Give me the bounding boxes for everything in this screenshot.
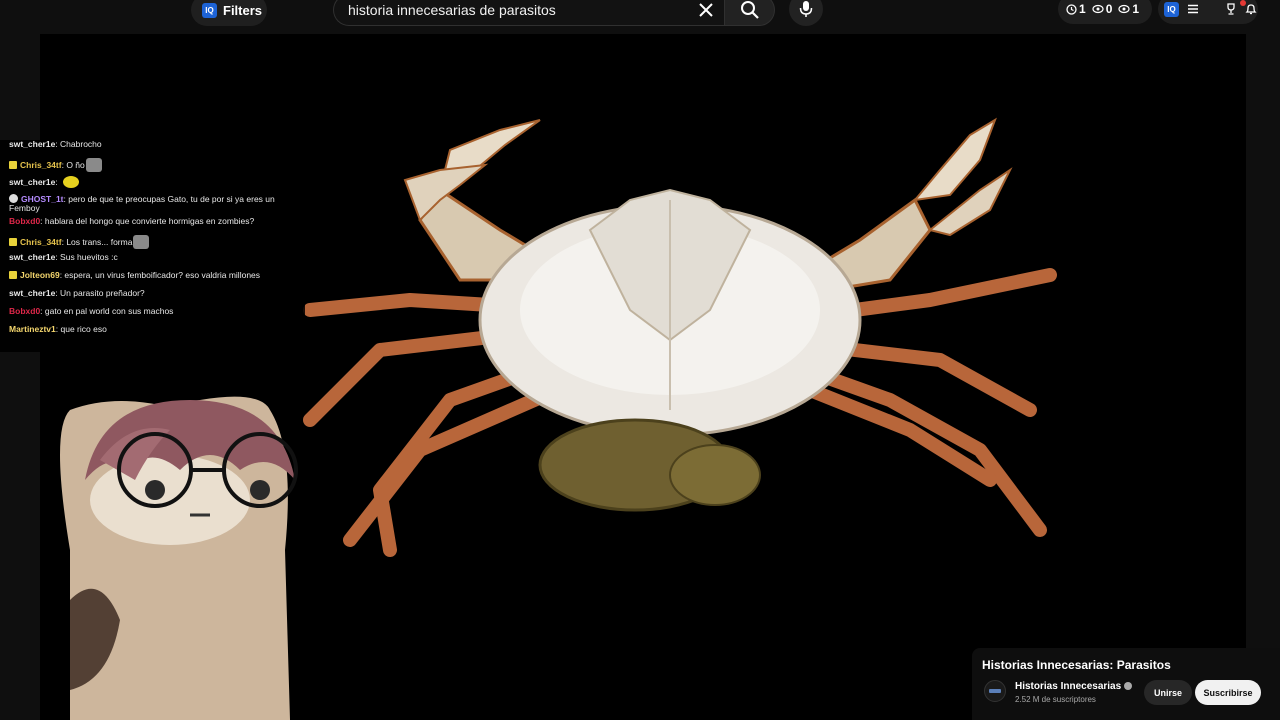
- watched-stat: 1: [1118, 2, 1139, 16]
- notification-dot: [1240, 0, 1246, 6]
- extension-stats[interactable]: 1 0 1: [1058, 0, 1152, 24]
- history-stat: 1: [1066, 2, 1086, 16]
- chat-username: swt_cher1e: [9, 177, 56, 187]
- eye-icon: [1118, 4, 1130, 14]
- chat-message: Jolteon69: espera, un virus femboificado…: [9, 267, 305, 285]
- search-button[interactable]: [724, 0, 775, 26]
- chat-username: Bobxd0: [9, 216, 41, 226]
- chat-username: Chris_34tf: [20, 160, 62, 170]
- chat-message: Chris_34tf: Los trans... forma: [9, 231, 305, 249]
- eye-off-icon: [1092, 4, 1104, 14]
- chat-text: Un parasito preñador?: [60, 288, 145, 298]
- subscriber-badge-icon: [9, 271, 17, 279]
- hidden-count: 0: [1105, 2, 1113, 16]
- chat-message: Bobxd0: hablara del hongo que convierte …: [9, 216, 255, 226]
- chat-username: swt_cher1e: [9, 140, 56, 149]
- clear-search-button[interactable]: [694, 0, 718, 22]
- trophy-icon[interactable]: [1225, 3, 1237, 15]
- channel-logo-icon: [989, 689, 1001, 693]
- watched-count: 1: [1132, 2, 1140, 16]
- join-button[interactable]: Unirse: [1144, 680, 1192, 705]
- chat-text: O ño: [66, 160, 85, 170]
- subscriber-count: 2.52 M de suscriptores: [1015, 695, 1096, 704]
- chat-message: swt_cher1e: Un parasito preñador?: [9, 288, 145, 298]
- chat-username: Jolteon69: [20, 270, 60, 280]
- top-toolbar: IQ Filters historia innecesarias de para…: [0, 0, 1280, 30]
- verified-icon: [1124, 682, 1133, 690]
- screen: IQ Filters historia innecesarias de para…: [0, 0, 1280, 720]
- chat-username: Bobxd0: [9, 306, 41, 316]
- channel-avatar[interactable]: [984, 680, 1006, 702]
- clock-icon: [1066, 3, 1077, 15]
- chat-username: swt_cher1e: [9, 288, 56, 298]
- chat-username: swt_cher1e: [9, 252, 56, 262]
- search-icon: [740, 1, 759, 19]
- chat-message: Chris_34tf: O ño: [9, 154, 305, 172]
- moderator-badge-icon: [9, 194, 18, 203]
- voice-search-button[interactable]: [789, 0, 823, 26]
- filters-button[interactable]: IQ Filters: [191, 0, 267, 26]
- video-info-card: Historias Innecesarias: Parasitos Histor…: [972, 648, 1280, 720]
- filters-label: Filters: [223, 2, 263, 18]
- close-icon: [699, 3, 713, 17]
- chat-overlay: swt_cher1e: Chabrocho Chris_34tf: O ño s…: [0, 140, 305, 352]
- channel-name[interactable]: Historias Innecesarias: [1015, 681, 1133, 692]
- iq-icon[interactable]: IQ: [1164, 1, 1179, 17]
- menu-icon[interactable]: [1187, 4, 1199, 14]
- search-query: historia innecesarias de parasitos: [348, 2, 556, 18]
- chat-message: Martineztv1: que rico eso: [9, 324, 107, 334]
- subscribe-button[interactable]: Suscribirse: [1195, 680, 1261, 705]
- chat-text: espera, un virus femboificador? eso vald…: [64, 270, 261, 280]
- chat-message: Bobxd0: gato en pal world con sus machos: [9, 306, 174, 316]
- cat-emote-icon: [85, 158, 102, 172]
- subscriber-badge-icon: [9, 238, 17, 246]
- chat-message: swt_cher1e:: [9, 172, 305, 190]
- chat-text: hablara del hongo que convierte hormigas…: [44, 216, 255, 226]
- chat-message: swt_cher1e: Chabrocho: [9, 140, 102, 149]
- chat-text: Los trans... forma: [66, 237, 133, 247]
- chat-username: Chris_34tf: [20, 237, 62, 247]
- history-count: 1: [1079, 2, 1086, 16]
- chat-text: Sus huevitos :c: [60, 252, 118, 262]
- chat-username: Martineztv1: [9, 324, 56, 334]
- yellow-emote-icon: [63, 176, 80, 188]
- iq-icon: IQ: [202, 2, 217, 18]
- chat-message: swt_cher1e: Sus huevitos :c: [9, 252, 118, 262]
- search-input[interactable]: historia innecesarias de parasitos: [333, 0, 725, 26]
- crab-image: [303, 117, 1057, 557]
- mic-icon: [799, 1, 813, 17]
- cat-emote-icon: [133, 235, 150, 249]
- chat-text: que rico eso: [60, 324, 107, 334]
- channel-name-text: Historias Innecesarias: [1015, 681, 1122, 692]
- bell-icon[interactable]: [1245, 3, 1257, 15]
- subscriber-badge-icon: [9, 161, 17, 169]
- chat-text: gato en pal world con sus machos: [44, 306, 174, 316]
- video-title: Historias Innecesarias: Parasitos: [982, 658, 1171, 672]
- cat-avatar-image: [60, 396, 298, 720]
- chat-text: Chabrocho: [60, 140, 102, 149]
- hidden-stat: 0: [1092, 2, 1113, 16]
- chat-message: GHOST_1t: pero de que te preocupas Gato,…: [9, 194, 275, 213]
